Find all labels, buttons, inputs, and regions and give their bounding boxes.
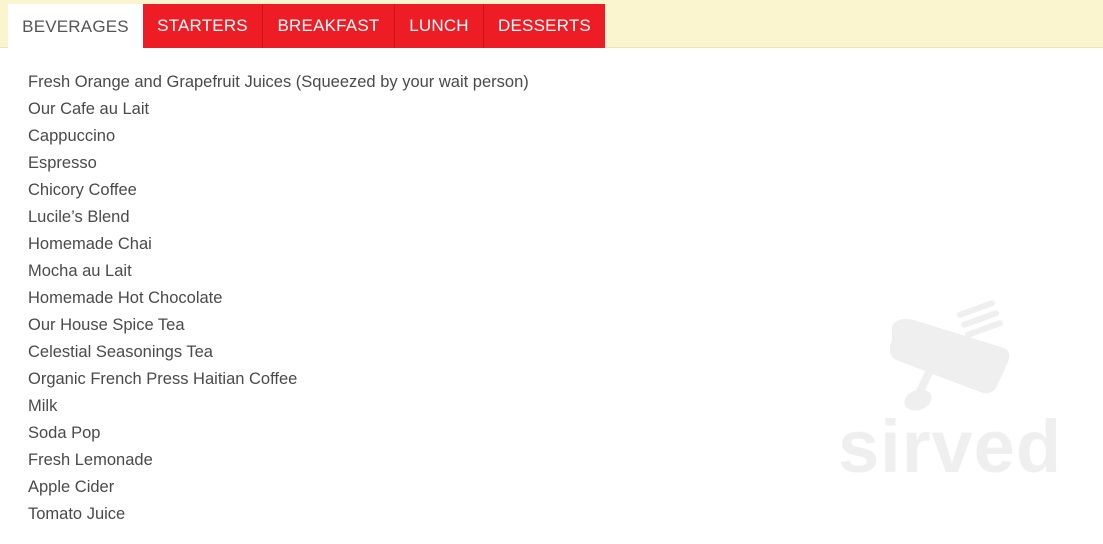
menu-item: Celestial Seasonings Tea bbox=[28, 343, 213, 361]
tab-breakfast[interactable]: BREAKFAST bbox=[263, 4, 395, 48]
menu-item: Tomato Juice bbox=[28, 505, 126, 523]
menu-item: Fresh Orange and Grapefruit Juices (Sque… bbox=[28, 73, 529, 91]
sirved-watermark: sirved bbox=[838, 405, 1063, 488]
menu-item: Mocha au Lait bbox=[28, 262, 132, 280]
menu-tabs: BEVERAGES STARTERS BREAKFAST LUNCH DESSE… bbox=[8, 4, 605, 49]
tab-starters[interactable]: STARTERS bbox=[143, 4, 263, 48]
menu-tab-bar: BEVERAGES STARTERS BREAKFAST LUNCH DESSE… bbox=[0, 0, 1103, 49]
menu-item: Organic French Press Haitian Coffee bbox=[28, 370, 298, 388]
menu-item: Homemade Chai bbox=[28, 235, 152, 253]
menu-item: Milk bbox=[28, 397, 58, 415]
menu-item: Cappuccino bbox=[28, 127, 116, 145]
menu-item: Apple Cider bbox=[28, 478, 115, 496]
menu-item: Soda Pop bbox=[28, 424, 101, 442]
menu-item-list: Fresh Orange and Grapefruit Juices (Sque… bbox=[28, 69, 529, 528]
tab-lunch[interactable]: LUNCH bbox=[395, 4, 484, 48]
menu-item: Espresso bbox=[28, 154, 97, 172]
tab-desserts[interactable]: DESSERTS bbox=[484, 4, 605, 48]
tab-beverages[interactable]: BEVERAGES bbox=[8, 4, 143, 49]
menu-item: Our Cafe au Lait bbox=[28, 100, 150, 118]
menu-item: Fresh Lemonade bbox=[28, 451, 153, 469]
menu-item: Our House Spice Tea bbox=[28, 316, 185, 334]
menu-item: Homemade Hot Chocolate bbox=[28, 289, 223, 307]
menu-item: Lucile’s Blend bbox=[28, 208, 130, 226]
menu-item: Chicory Coffee bbox=[28, 181, 137, 199]
